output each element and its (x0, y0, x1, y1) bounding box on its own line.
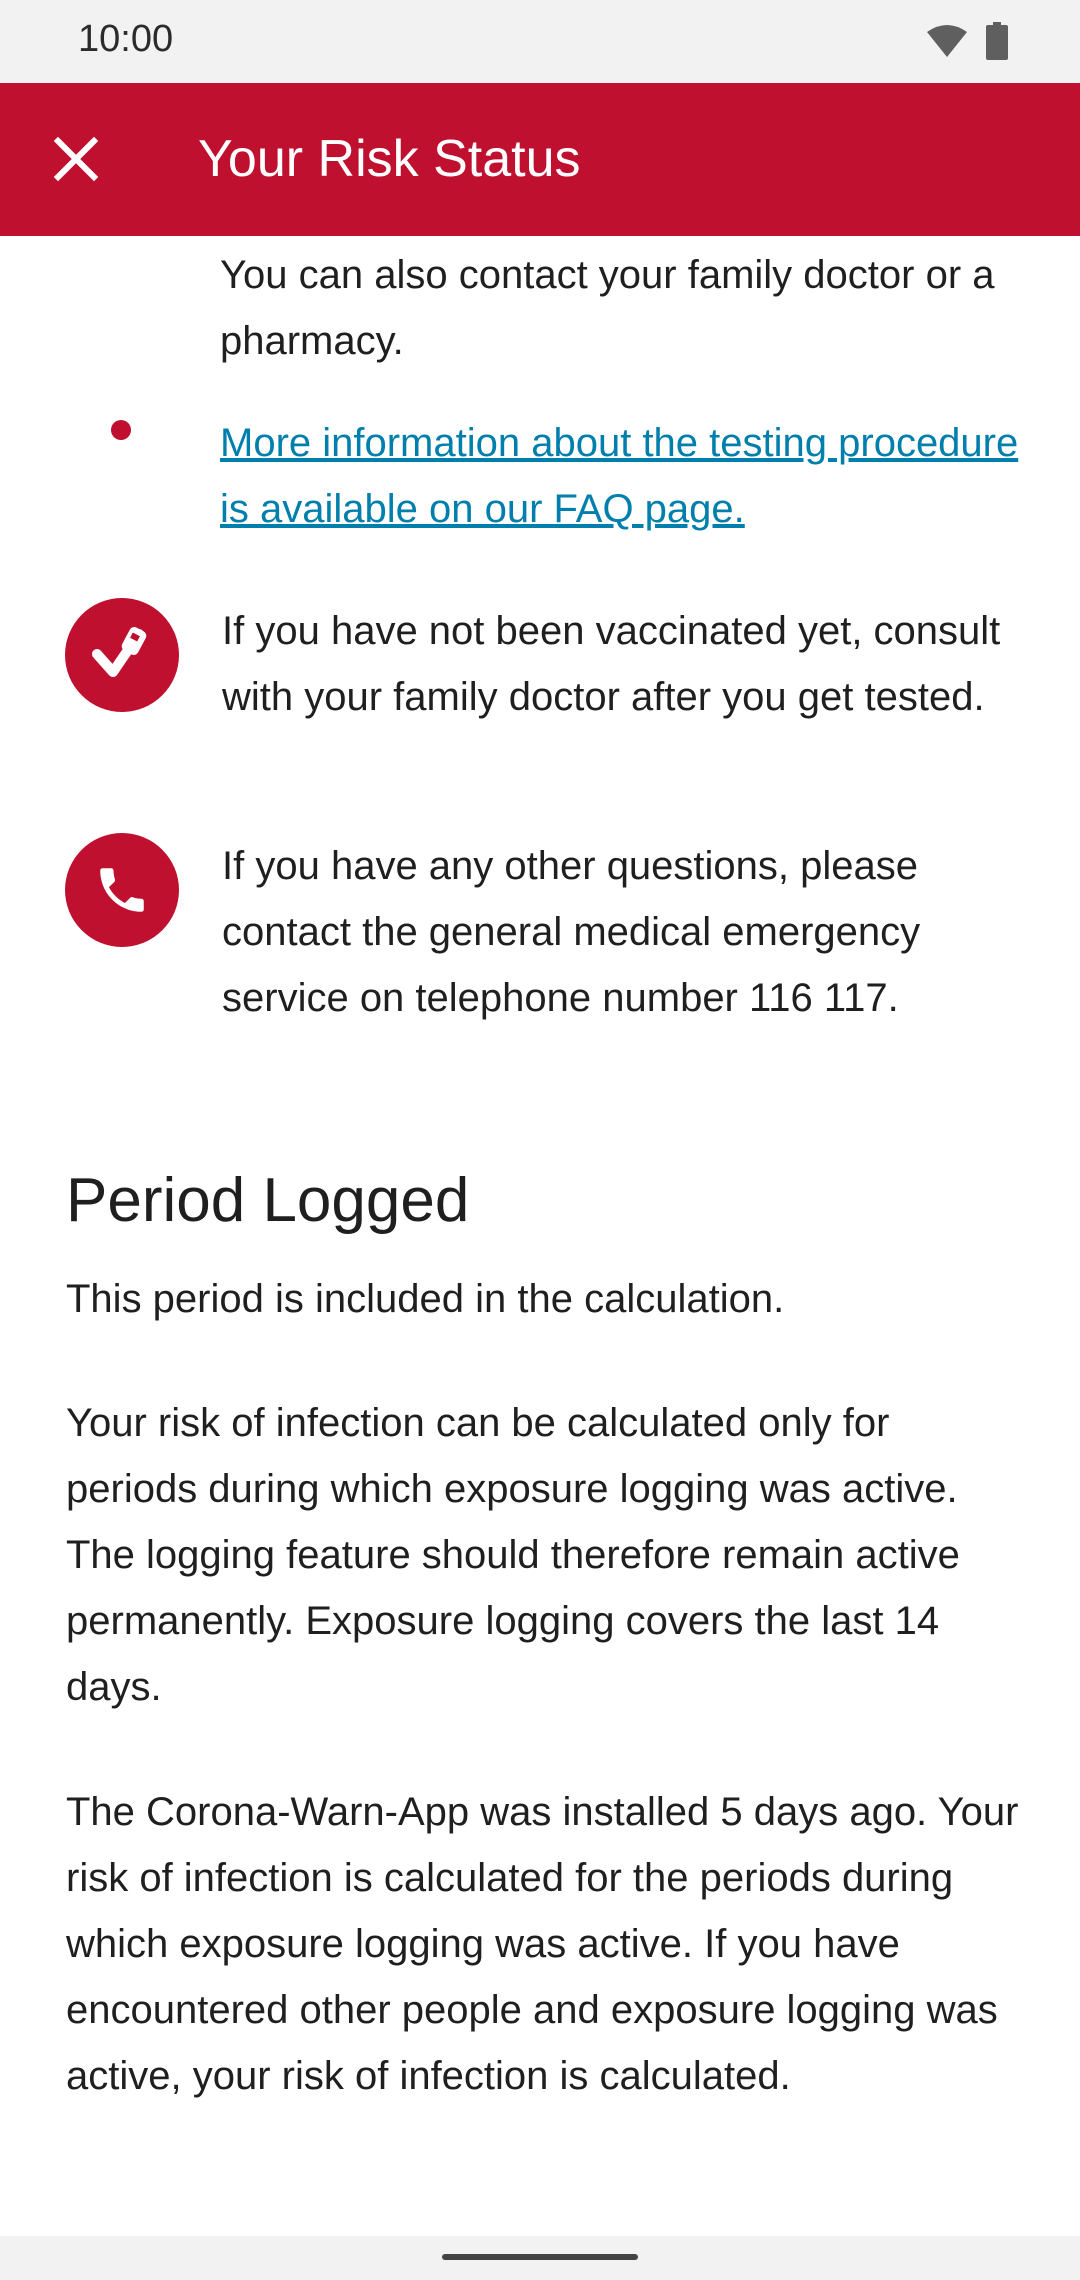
vaccination-advice-text: If you have not been vaccinated yet, con… (222, 609, 1001, 719)
period-logged-title: Period Logged (66, 1166, 470, 1235)
app-install-paragraph: The Corona-Warn-App was installed 5 days… (66, 1790, 1019, 2098)
navigation-bar (0, 2236, 1080, 2280)
status-time: 10:00 (78, 18, 174, 60)
status-icons (926, 22, 1008, 65)
close-button[interactable] (46, 129, 106, 189)
wifi-icon (926, 24, 968, 63)
home-indicator[interactable] (442, 2254, 638, 2260)
phone-advice-text: If you have any other questions, please … (222, 844, 921, 1020)
phone-icon (65, 833, 179, 947)
app-bar: Your Risk Status (0, 83, 1080, 236)
bullet-dot (111, 420, 131, 440)
page-title: Your Risk Status (198, 130, 581, 188)
period-logged-subtitle: This period is included in the calculati… (66, 1277, 785, 1321)
close-icon (53, 136, 99, 182)
vaccination-icon (65, 598, 179, 712)
faq-link[interactable]: More information about the testing proce… (220, 410, 1020, 542)
period-logged-paragraph: Your risk of infection can be calculated… (66, 1401, 960, 1709)
contact-doctor-text: You can also contact your family doctor … (220, 253, 995, 363)
battery-icon (986, 22, 1008, 65)
status-bar: 10:00 (0, 0, 1080, 83)
